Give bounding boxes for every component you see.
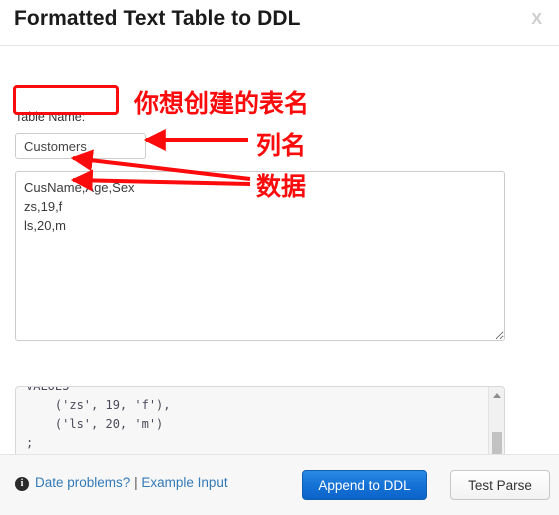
test-parse-button[interactable]: Test Parse	[450, 470, 550, 500]
page-title: Formatted Text Table to DDL	[14, 7, 301, 30]
formatted-text-table-to-ddl-dialog: Formatted Text Table to DDL X Table Name…	[0, 0, 559, 515]
formatted-text-input[interactable]: CusName,Age,Sex zs,19,f ls,20,m	[15, 171, 505, 341]
dialog-header: Formatted Text Table to DDL X	[0, 0, 559, 46]
table-name-label: Table Name:	[15, 110, 86, 124]
dialog-body: Table Name: CusName,Age,Sex zs,19,f ls,2…	[0, 46, 559, 515]
link-separator: |	[134, 475, 138, 490]
append-to-ddl-button[interactable]: Append to DDL	[302, 470, 427, 500]
table-name-input[interactable]	[15, 133, 146, 159]
scrollbar-thumb[interactable]	[492, 432, 502, 454]
example-input-link[interactable]: Example Input	[141, 475, 227, 490]
info-icon: i	[15, 477, 29, 491]
ddl-output-text: VALUES ('zs', 19, 'f'), ('ls', 20, 'm') …	[26, 387, 171, 450]
date-problems-link[interactable]: Date problems?	[35, 475, 130, 490]
scroll-up-icon[interactable]	[489, 388, 504, 403]
close-icon[interactable]: X	[527, 10, 546, 30]
footer-links: Date problems? | Example Input	[35, 475, 228, 490]
